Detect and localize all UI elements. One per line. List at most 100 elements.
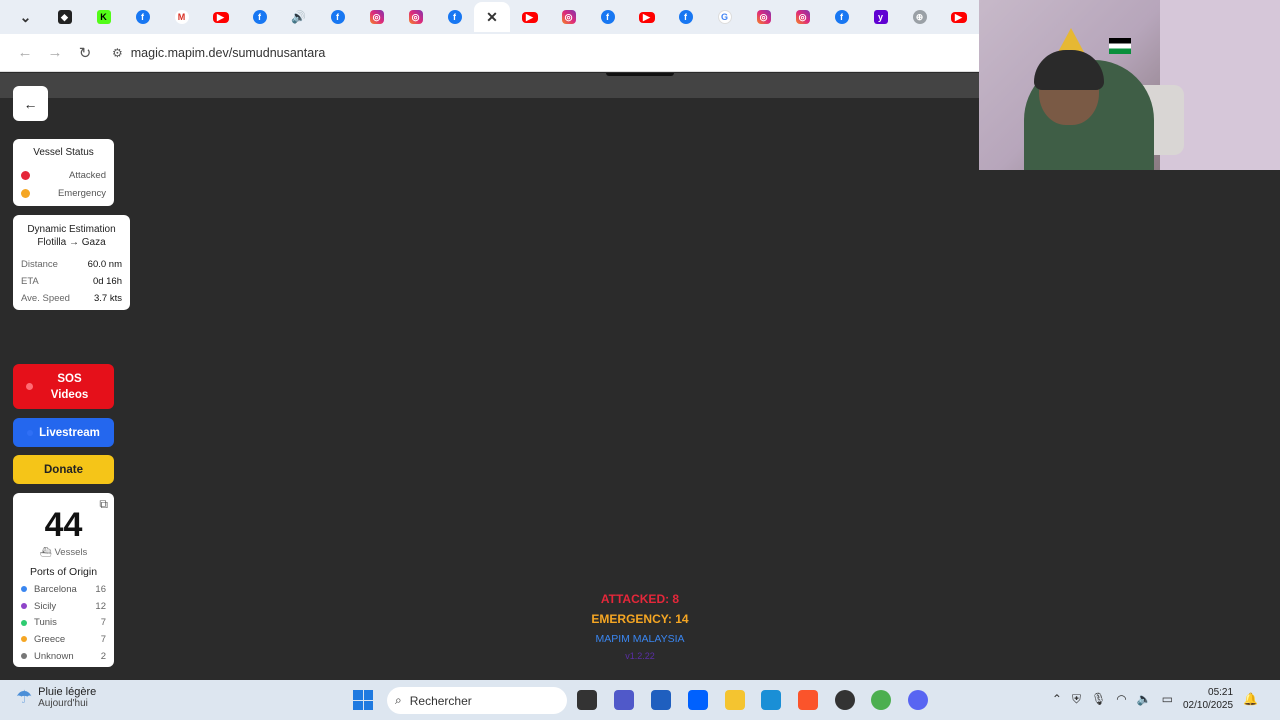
dynamic-estimation-card: Dynamic Estimation Flotilla → Gaza Dista… bbox=[13, 215, 130, 310]
facebook-icon: f bbox=[834, 10, 849, 24]
facebook-icon: f bbox=[447, 10, 462, 24]
file-explorer-icon[interactable] bbox=[725, 690, 745, 710]
instagram-icon: ◎ bbox=[561, 10, 576, 24]
browser-tab[interactable]: ⌄ bbox=[6, 2, 45, 32]
forward-nav-icon[interactable]: → bbox=[40, 38, 70, 68]
emergency-count: EMERGENCY: 14 bbox=[591, 612, 689, 626]
attacked-count: ATTACKED: 8 bbox=[600, 592, 680, 606]
store-icon[interactable] bbox=[651, 690, 671, 710]
browser-tab[interactable]: ⊕ bbox=[900, 2, 939, 32]
port-dot-icon bbox=[21, 619, 27, 626]
port-dot-icon bbox=[21, 603, 27, 610]
browser-tab[interactable]: f bbox=[123, 2, 162, 32]
instagram-icon: ◎ bbox=[795, 10, 810, 24]
browser-tab[interactable]: f bbox=[666, 2, 705, 32]
browser-tab[interactable]: ◎ bbox=[549, 2, 588, 32]
status-summary: ATTACKED: 8 EMERGENCY: 14 MAPIM MALAYSIA… bbox=[540, 592, 740, 661]
task-view-icon[interactable] bbox=[577, 690, 597, 710]
donate-button[interactable]: Donate bbox=[13, 455, 114, 484]
system-tray: ⌃ ⛨ 🎙 ◠ 🔈 ▭ 05:21 02/10/2025 🔔 bbox=[1052, 686, 1258, 712]
gmail-icon: M bbox=[174, 10, 189, 24]
estimation-row-speed: Ave. Speed 3.7 kts bbox=[21, 293, 122, 304]
attacked-dot-icon bbox=[21, 170, 30, 180]
discord-icon[interactable] bbox=[908, 690, 928, 710]
address-bar[interactable]: ⚙ magic.mapim.dev/sumudnusantara bbox=[108, 38, 968, 67]
teams-icon[interactable] bbox=[614, 690, 634, 710]
app-icon[interactable] bbox=[761, 690, 781, 710]
legend-item-emergency: Emergency bbox=[21, 184, 106, 202]
ports-title: Ports of Origin bbox=[29, 566, 98, 578]
dropbox-icon[interactable] bbox=[688, 690, 708, 710]
security-icon[interactable]: ⛨ bbox=[1072, 692, 1081, 707]
browser-tab[interactable]: ◎ bbox=[783, 2, 822, 32]
back-nav-icon[interactable]: ← bbox=[10, 38, 40, 68]
org-label: MAPIM MALAYSIA bbox=[595, 633, 685, 645]
facebook-icon: f bbox=[330, 10, 345, 24]
instagram-icon: ◎ bbox=[756, 10, 771, 24]
vessel-status-legend: Vessel Status Attacked Emergency bbox=[13, 139, 114, 206]
port-row: Tunis 7 bbox=[21, 614, 106, 631]
vessel-label: ⛴ Vessels bbox=[39, 547, 88, 558]
browser-tab[interactable]: y bbox=[861, 2, 900, 32]
youtube-icon: ▶ bbox=[638, 11, 655, 23]
navigation-bar: ← → ↻ ⚙ magic.mapim.dev/sumudnusantara bbox=[0, 34, 980, 72]
browser-tab[interactable]: M bbox=[162, 2, 201, 32]
browser-tab[interactable]: K bbox=[84, 2, 123, 32]
audio-icon: 🔊 bbox=[291, 10, 306, 24]
version-label: v1.2.22 bbox=[625, 651, 655, 661]
boat-icon: ⛴ bbox=[39, 547, 52, 558]
facebook-icon: f bbox=[252, 10, 267, 24]
taskbar: ☂ Pluie légère Aujourd'hui ⌕ Rechercher … bbox=[0, 680, 1280, 720]
taskbar-search[interactable]: ⌕ Rechercher bbox=[387, 687, 567, 714]
browser-tab[interactable]: ▶ bbox=[510, 2, 549, 32]
wifi-icon[interactable]: ◠ bbox=[1116, 692, 1126, 706]
windows-start-icon[interactable] bbox=[353, 690, 373, 710]
browser-tab[interactable]: ◎ bbox=[744, 2, 783, 32]
chrome-icon[interactable] bbox=[871, 690, 891, 710]
volume-icon[interactable]: 🔈 bbox=[1137, 692, 1152, 706]
rain-cloud-icon: ☂ bbox=[16, 687, 33, 707]
ports-list: Barcelona 16 Sicily 12 Tunis 7 Greece 7 … bbox=[21, 581, 106, 664]
globe-icon: ⊕ bbox=[912, 10, 927, 24]
legend-item-attacked: Attacked bbox=[21, 166, 106, 184]
drag-handle[interactable] bbox=[606, 73, 674, 76]
livestream-button[interactable]: Livestream bbox=[13, 418, 114, 447]
clock[interactable]: 05:21 02/10/2025 bbox=[1183, 686, 1233, 712]
browser-tab[interactable]: ▶ bbox=[627, 2, 666, 32]
estimation-row-eta: ETA 0d 16h bbox=[21, 276, 122, 287]
browser-tab[interactable]: f bbox=[822, 2, 861, 32]
search-icon: ⌕ bbox=[395, 693, 402, 707]
browser-tab-active[interactable]: ✕ bbox=[474, 2, 510, 32]
browser-tab[interactable]: ▶ bbox=[939, 2, 978, 32]
browser-tab[interactable]: f bbox=[240, 2, 279, 32]
brave-icon[interactable] bbox=[798, 690, 818, 710]
estimation-row-distance: Distance 60.0 nm bbox=[21, 259, 122, 270]
browser-tab[interactable]: G bbox=[705, 2, 744, 32]
obs-icon[interactable] bbox=[835, 690, 855, 710]
browser-tab[interactable]: f bbox=[318, 2, 357, 32]
browser-tab[interactable]: f bbox=[588, 2, 627, 32]
browser-tab[interactable]: ▶ bbox=[201, 2, 240, 32]
chevron-up-icon[interactable]: ⌃ bbox=[1052, 692, 1062, 706]
external-link-icon[interactable]: ⧉ bbox=[99, 497, 108, 512]
battery-icon[interactable]: ▭ bbox=[1162, 692, 1173, 706]
browser-tab[interactable]: f bbox=[435, 2, 474, 32]
chevron-down-icon: ⌄ bbox=[19, 8, 32, 25]
youtube-icon: ▶ bbox=[950, 11, 967, 23]
url-text[interactable]: magic.mapim.dev/sumudnusantara bbox=[131, 46, 326, 60]
microphone-icon[interactable]: 🎙 bbox=[1091, 692, 1106, 706]
reload-icon[interactable]: ↻ bbox=[70, 38, 100, 68]
notification-bell-icon[interactable]: 🔔 bbox=[1243, 692, 1258, 706]
port-row: Sicily 12 bbox=[21, 598, 106, 615]
site-settings-icon[interactable]: ⚙ bbox=[112, 46, 123, 60]
browser-tab[interactable]: 🔊 bbox=[279, 2, 318, 32]
browser-tab[interactable]: ◆ bbox=[45, 2, 84, 32]
browser-tab[interactable]: ◎ bbox=[396, 2, 435, 32]
browser-tab[interactable]: ◎ bbox=[357, 2, 396, 32]
estimation-title: Dynamic Estimation Flotilla → Gaza bbox=[27, 224, 116, 248]
back-button[interactable]: ← bbox=[13, 86, 48, 121]
instagram-icon: ◎ bbox=[408, 10, 423, 24]
sos-videos-button[interactable]: SOS Videos bbox=[13, 364, 114, 409]
weather-widget[interactable]: ☂ Pluie légère Aujourd'hui bbox=[16, 686, 96, 709]
yahoo-icon: y bbox=[873, 10, 888, 24]
